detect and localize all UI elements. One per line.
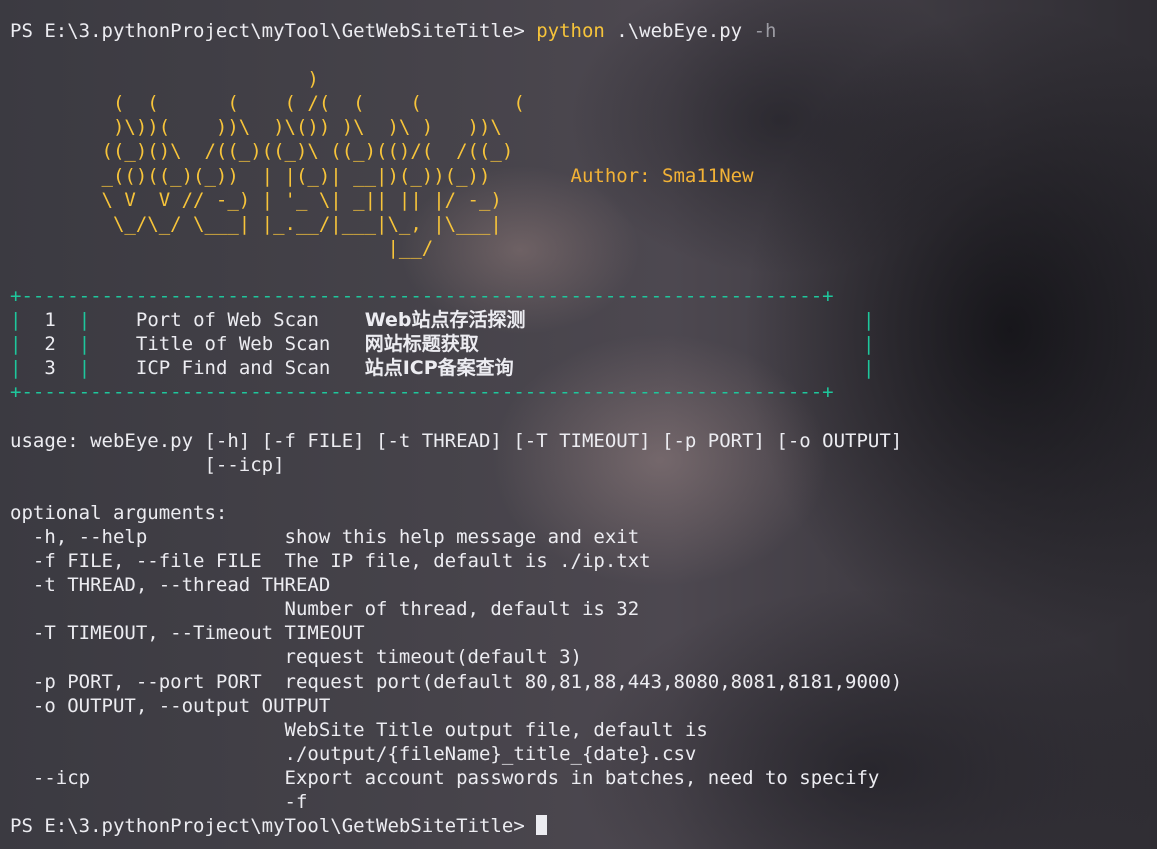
help-text: [--icp] (10, 453, 285, 476)
author-label: Author: Sma11New (570, 164, 754, 187)
text-cursor (536, 815, 548, 836)
help-text-line: -T TIMEOUT, --Timeout TIMEOUT (10, 621, 1150, 645)
help-text-line: -f (10, 790, 1150, 814)
banner-art-text: _(()((_)(_)) | |(_)| __|)(_))(_)) (10, 164, 491, 187)
menu-border: +---------------------------------------… (10, 381, 834, 404)
command-argument: .\webEye.py (604, 20, 743, 42)
menu-row-name: Title of Web Scan (135, 333, 354, 356)
prompt-path: PS E:\3.pythonProject\myTool\GetWebSiteT… (10, 815, 537, 838)
help-text: --icp Export account passwords in batche… (10, 766, 880, 789)
help-text-line (10, 477, 1150, 501)
banner-art-line: ( ( ( ( /( ( ( ( (10, 91, 1150, 115)
command-line: PS E:\3.pythonProject\myTool\GetWebSiteT… (10, 19, 1150, 43)
menu-border-top: +---------------------------------------… (10, 284, 1150, 308)
help-text-line: request timeout(default 3) (10, 645, 1150, 669)
banner-art-line: \ V V // -_) | '_ \| _|| || |/ -_) (10, 188, 1150, 212)
help-text: Number of thread, default is 32 (10, 598, 640, 621)
menu-row-number: 2 (44, 333, 56, 356)
banner-art-text: |__/ (10, 236, 434, 259)
help-text-line: -t THREAD, --thread THREAD (10, 573, 1150, 597)
help-text: -p PORT, --port PORT request port(defaul… (10, 670, 903, 693)
final-prompt-line: PS E:\3.pythonProject\myTool\GetWebSiteT… (10, 814, 1150, 838)
help-text-line: -f FILE, --file FILE The IP file, defaul… (10, 549, 1150, 573)
banner-art-line: |__/ (10, 236, 1150, 260)
banner-art-line: ((_)()\ /((_)((_)\ ((_)(()/( /((_) (10, 139, 1150, 163)
menu-row-description: 站点ICP备案查询 (364, 357, 514, 380)
banner-art-line: ) (10, 67, 1150, 91)
help-text: -T TIMEOUT, --Timeout TIMEOUT (10, 622, 365, 645)
help-text: ./output/{fileName}_title_{date}.csv (10, 742, 697, 765)
help-text: WebSite Title output file, default is (10, 718, 708, 741)
help-text: -f FILE, --file FILE The IP file, defaul… (10, 550, 651, 573)
help-text: request timeout(default 3) (10, 646, 582, 669)
banner-art-line: \_/\_/ \___| |_.__/|___|\_, |\___| (10, 212, 1150, 236)
help-text: -t THREAD, --thread THREAD (10, 574, 331, 597)
menu-row-number: 1 (44, 309, 56, 332)
help-text-line: [--icp] (10, 453, 1150, 477)
banner-art-text: ( ( ( ( /( ( ( ( (10, 92, 525, 115)
terminal-window[interactable]: PS E:\3.pythonProject\myTool\GetWebSiteT… (10, 19, 1150, 849)
help-text-line: -o OUTPUT, --output OUTPUT (10, 694, 1150, 718)
banner-art-text: ) (10, 68, 319, 91)
help-text-line: -p PORT, --port PORT request port(defaul… (10, 670, 1150, 694)
help-text-line: optional arguments: (10, 501, 1150, 525)
command-name: python (536, 20, 605, 42)
menu-row-name: Port of Web Scan (135, 309, 354, 332)
banner-art-line (10, 43, 1150, 67)
help-text-line: --icp Export account passwords in batche… (10, 766, 1150, 790)
menu-row: | 3 | ICP Find and Scan 站点ICP备案查询 | (10, 357, 875, 380)
help-text-line: -h, --help show this help message and ex… (10, 525, 1150, 549)
help-text: -f (10, 791, 308, 813)
help-text: usage: webEye.py [-h] [-f FILE] [-t THRE… (10, 429, 903, 452)
banner-art-line: _(()((_)(_)) | |(_)| __|)(_))(_)) Author… (10, 164, 1150, 188)
prompt-path: PS E:\3.pythonProject\myTool\GetWebSiteT… (10, 20, 537, 42)
terminal-output: PS E:\3.pythonProject\myTool\GetWebSiteT… (10, 19, 1150, 838)
command-flag: -h (742, 20, 777, 42)
banner-art-text: )\))( ))\ )\()) )\ )\ ) ))\ (10, 116, 502, 139)
menu-border: +---------------------------------------… (10, 285, 834, 308)
menu-row-number: 3 (44, 357, 56, 380)
menu-row-description: 网站标题获取 (364, 333, 479, 356)
banner-art-text: \ V V // -_) | '_ \| _|| || |/ -_) (10, 188, 502, 211)
menu-row-description: Web站点存活探测 (364, 309, 526, 332)
banner-art-text: ((_)()\ /((_)((_)\ ((_)(()/( /((_) (10, 140, 514, 163)
menu-row-name: ICP Find and Scan (135, 357, 354, 380)
help-text: -h, --help show this help message and ex… (10, 525, 640, 548)
help-text-line: Number of thread, default is 32 (10, 597, 1150, 621)
help-text-line: ./output/{fileName}_title_{date}.csv (10, 742, 1150, 766)
menu-row: | 2 | Title of Web Scan 网站标题获取 | (10, 333, 875, 356)
banner-art-text: \_/\_/ \___| |_.__/|___|\_, |\___| (10, 212, 502, 235)
help-text: -o OUTPUT, --output OUTPUT (10, 694, 331, 717)
menu-row: | 1 | Port of Web Scan Web站点存活探测 | (10, 309, 875, 332)
help-text-line: WebSite Title output file, default is (10, 718, 1150, 742)
menu-border-bottom: +---------------------------------------… (10, 380, 1150, 404)
help-text: optional arguments: (10, 501, 228, 524)
banner-art-line: )\))( ))\ )\()) )\ )\ ) ))\ (10, 115, 1150, 139)
help-text-line: usage: webEye.py [-h] [-f FILE] [-t THRE… (10, 429, 1150, 453)
